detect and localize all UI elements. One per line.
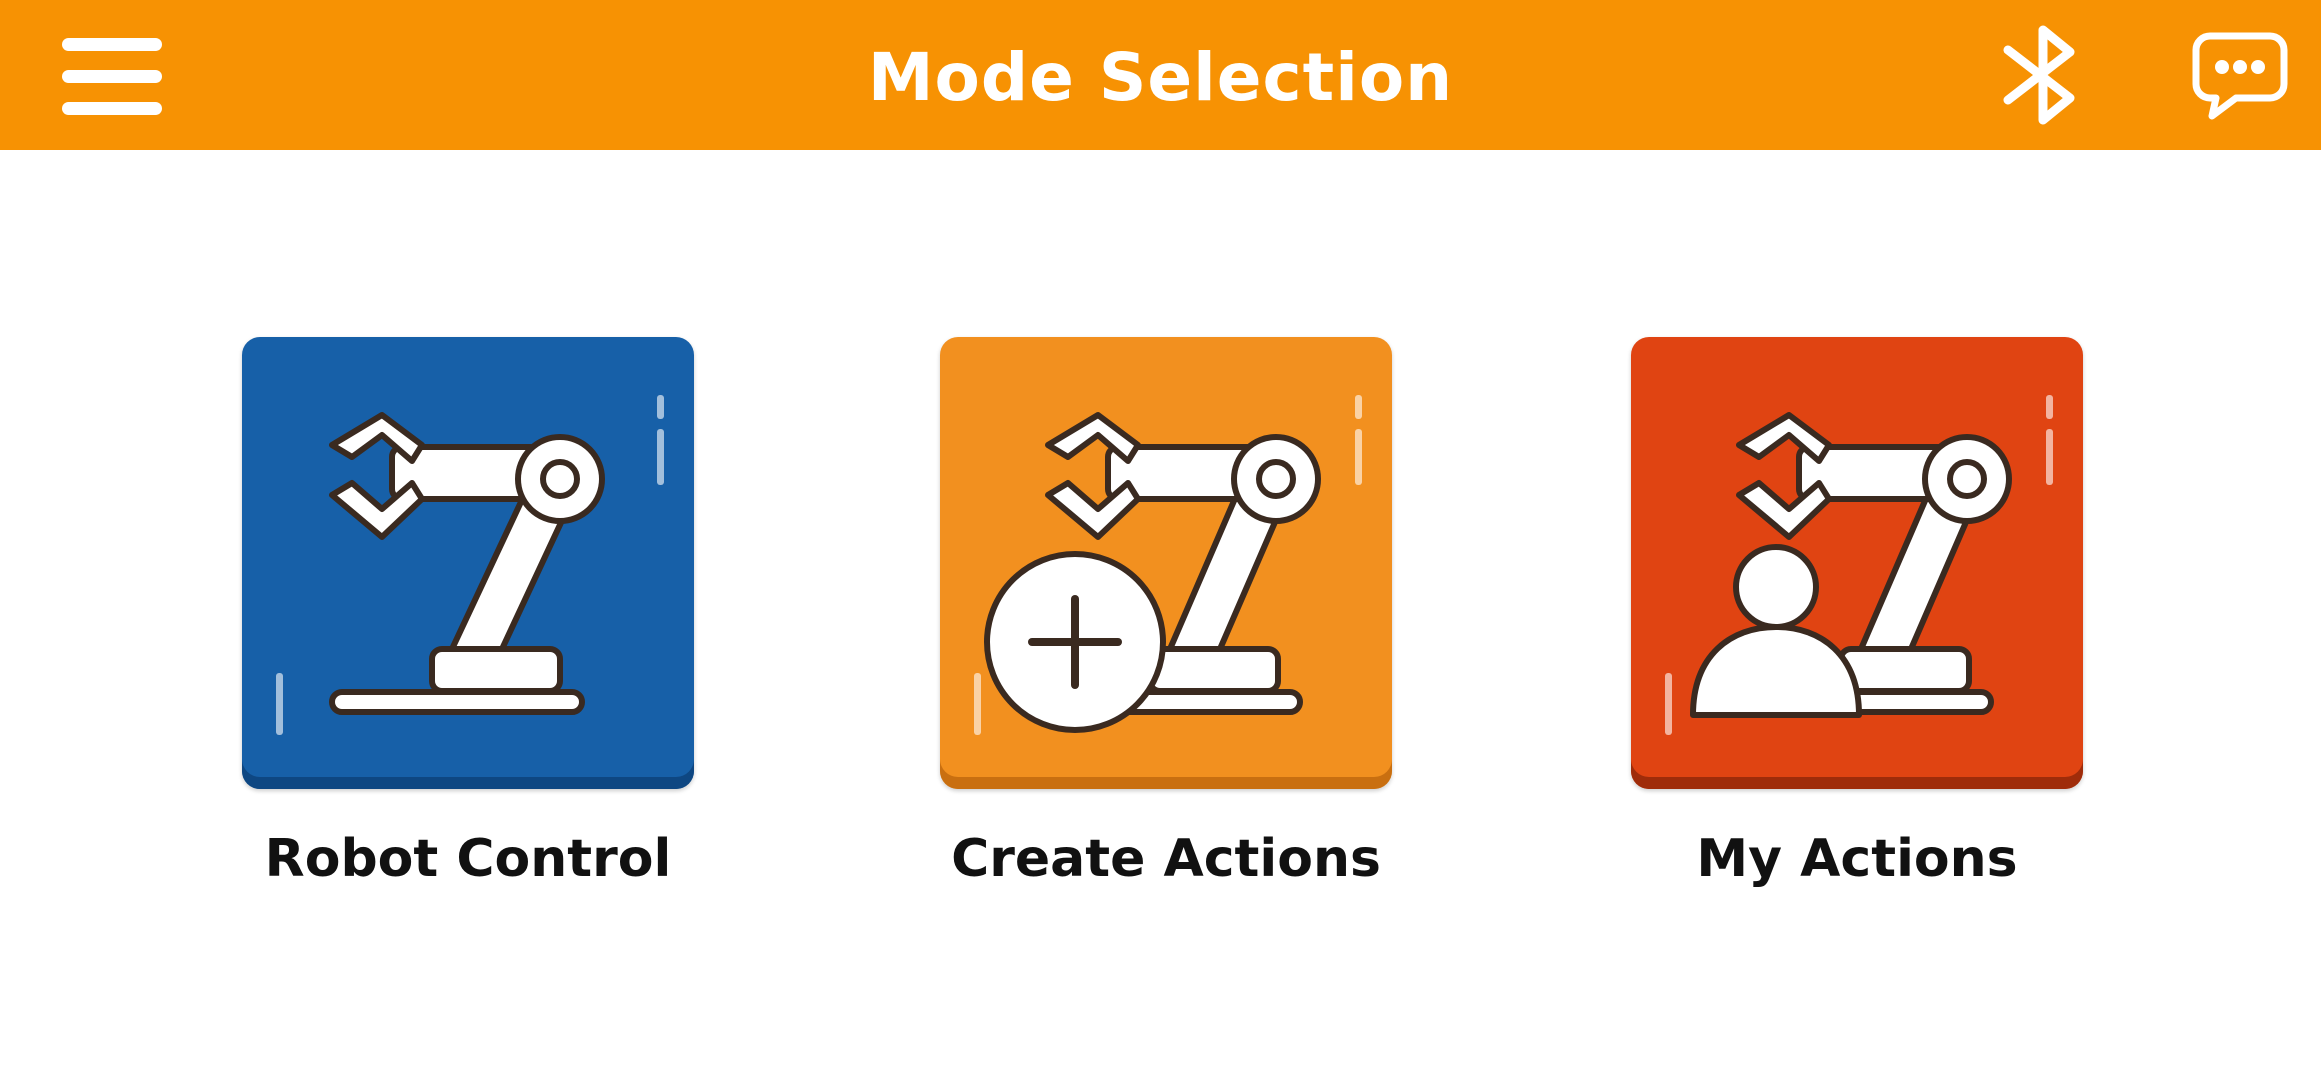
page-title: Mode Selection (867, 39, 1454, 116)
app-bar: Mode Selection (0, 0, 2321, 150)
menu-button[interactable] (58, 32, 166, 120)
bluetooth-button[interactable] (2000, 20, 2086, 130)
robot-control-tile[interactable] (242, 337, 694, 789)
robot-arm-add-icon (974, 395, 1362, 735)
my-actions-tile[interactable] (1631, 337, 2083, 789)
my-actions-label[interactable]: My Actions (1577, 826, 2137, 892)
create-actions-tile[interactable] (940, 337, 1392, 789)
create-actions-label[interactable]: Create Actions (886, 826, 1446, 892)
robot-arm-icon (276, 395, 664, 735)
robot-control-label[interactable]: Robot Control (188, 826, 748, 892)
chat-button[interactable] (2190, 28, 2290, 124)
chat-bubble-icon (2192, 32, 2288, 120)
robot-arm-user-icon (1665, 395, 2053, 735)
bluetooth-icon (2003, 25, 2075, 125)
